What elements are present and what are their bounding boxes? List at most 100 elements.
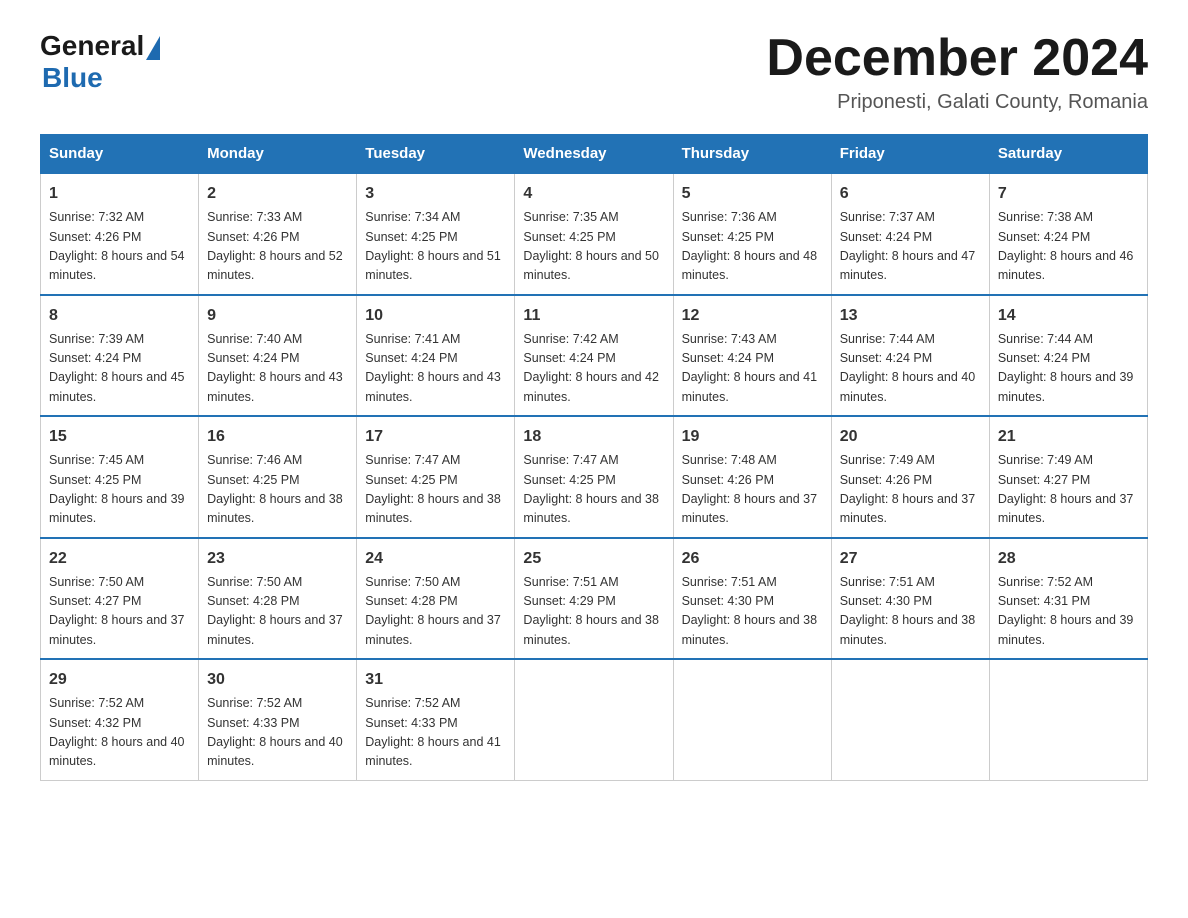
logo-triangle-icon [146,36,160,60]
title-block: December 2024 Priponesti, Galati County,… [766,30,1148,114]
calendar-day-cell: 13Sunrise: 7:44 AMSunset: 4:24 PMDayligh… [831,295,989,417]
day-info: Sunrise: 7:52 AMSunset: 4:32 PMDaylight:… [49,694,190,772]
day-number: 10 [365,304,506,328]
day-number: 17 [365,425,506,449]
day-info: Sunrise: 7:39 AMSunset: 4:24 PMDaylight:… [49,330,190,408]
calendar-day-cell [515,659,673,780]
col-monday: Monday [199,135,357,174]
day-info: Sunrise: 7:32 AMSunset: 4:26 PMDaylight:… [49,208,190,286]
calendar-day-cell: 28Sunrise: 7:52 AMSunset: 4:31 PMDayligh… [989,538,1147,660]
day-number: 6 [840,182,981,206]
calendar-day-cell: 8Sunrise: 7:39 AMSunset: 4:24 PMDaylight… [41,295,199,417]
calendar-day-cell: 29Sunrise: 7:52 AMSunset: 4:32 PMDayligh… [41,659,199,780]
day-number: 28 [998,547,1139,571]
logo: General Blue [40,30,162,94]
day-info: Sunrise: 7:51 AMSunset: 4:30 PMDaylight:… [682,573,823,651]
calendar-day-cell: 24Sunrise: 7:50 AMSunset: 4:28 PMDayligh… [357,538,515,660]
calendar-day-cell: 4Sunrise: 7:35 AMSunset: 4:25 PMDaylight… [515,173,673,295]
day-info: Sunrise: 7:52 AMSunset: 4:31 PMDaylight:… [998,573,1139,651]
col-wednesday: Wednesday [515,135,673,174]
calendar-day-cell: 12Sunrise: 7:43 AMSunset: 4:24 PMDayligh… [673,295,831,417]
calendar-day-cell: 2Sunrise: 7:33 AMSunset: 4:26 PMDaylight… [199,173,357,295]
page-header: General Blue December 2024 Priponesti, G… [40,30,1148,114]
col-sunday: Sunday [41,135,199,174]
day-info: Sunrise: 7:50 AMSunset: 4:27 PMDaylight:… [49,573,190,651]
day-number: 3 [365,182,506,206]
day-number: 15 [49,425,190,449]
calendar-day-cell: 6Sunrise: 7:37 AMSunset: 4:24 PMDaylight… [831,173,989,295]
day-info: Sunrise: 7:35 AMSunset: 4:25 PMDaylight:… [523,208,664,286]
col-thursday: Thursday [673,135,831,174]
day-number: 19 [682,425,823,449]
calendar-day-cell: 31Sunrise: 7:52 AMSunset: 4:33 PMDayligh… [357,659,515,780]
day-number: 23 [207,547,348,571]
day-number: 31 [365,668,506,692]
day-info: Sunrise: 7:45 AMSunset: 4:25 PMDaylight:… [49,451,190,529]
day-number: 9 [207,304,348,328]
day-number: 30 [207,668,348,692]
day-number: 1 [49,182,190,206]
calendar-day-cell: 17Sunrise: 7:47 AMSunset: 4:25 PMDayligh… [357,416,515,538]
col-saturday: Saturday [989,135,1147,174]
day-info: Sunrise: 7:40 AMSunset: 4:24 PMDaylight:… [207,330,348,408]
calendar-day-cell: 27Sunrise: 7:51 AMSunset: 4:30 PMDayligh… [831,538,989,660]
day-info: Sunrise: 7:52 AMSunset: 4:33 PMDaylight:… [365,694,506,772]
day-number: 12 [682,304,823,328]
calendar-day-cell: 9Sunrise: 7:40 AMSunset: 4:24 PMDaylight… [199,295,357,417]
day-info: Sunrise: 7:44 AMSunset: 4:24 PMDaylight:… [840,330,981,408]
calendar-day-cell: 10Sunrise: 7:41 AMSunset: 4:24 PMDayligh… [357,295,515,417]
calendar-week-row: 15Sunrise: 7:45 AMSunset: 4:25 PMDayligh… [41,416,1148,538]
day-number: 16 [207,425,348,449]
calendar-day-cell: 23Sunrise: 7:50 AMSunset: 4:28 PMDayligh… [199,538,357,660]
day-info: Sunrise: 7:52 AMSunset: 4:33 PMDaylight:… [207,694,348,772]
day-info: Sunrise: 7:50 AMSunset: 4:28 PMDaylight:… [365,573,506,651]
col-tuesday: Tuesday [357,135,515,174]
day-info: Sunrise: 7:48 AMSunset: 4:26 PMDaylight:… [682,451,823,529]
calendar-day-cell: 3Sunrise: 7:34 AMSunset: 4:25 PMDaylight… [357,173,515,295]
calendar-day-cell: 15Sunrise: 7:45 AMSunset: 4:25 PMDayligh… [41,416,199,538]
calendar-day-cell: 18Sunrise: 7:47 AMSunset: 4:25 PMDayligh… [515,416,673,538]
day-number: 13 [840,304,981,328]
day-info: Sunrise: 7:51 AMSunset: 4:29 PMDaylight:… [523,573,664,651]
day-number: 7 [998,182,1139,206]
calendar-day-cell: 26Sunrise: 7:51 AMSunset: 4:30 PMDayligh… [673,538,831,660]
day-number: 5 [682,182,823,206]
calendar-day-cell: 25Sunrise: 7:51 AMSunset: 4:29 PMDayligh… [515,538,673,660]
calendar-week-row: 29Sunrise: 7:52 AMSunset: 4:32 PMDayligh… [41,659,1148,780]
col-friday: Friday [831,135,989,174]
calendar-day-cell: 1Sunrise: 7:32 AMSunset: 4:26 PMDaylight… [41,173,199,295]
logo-blue-text: Blue [42,62,103,93]
day-number: 11 [523,304,664,328]
calendar-subtitle: Priponesti, Galati County, Romania [766,91,1148,114]
calendar-day-cell: 30Sunrise: 7:52 AMSunset: 4:33 PMDayligh… [199,659,357,780]
day-number: 27 [840,547,981,571]
day-number: 29 [49,668,190,692]
day-number: 8 [49,304,190,328]
calendar-day-cell: 20Sunrise: 7:49 AMSunset: 4:26 PMDayligh… [831,416,989,538]
day-info: Sunrise: 7:49 AMSunset: 4:26 PMDaylight:… [840,451,981,529]
day-info: Sunrise: 7:34 AMSunset: 4:25 PMDaylight:… [365,208,506,286]
calendar-day-cell: 21Sunrise: 7:49 AMSunset: 4:27 PMDayligh… [989,416,1147,538]
day-info: Sunrise: 7:41 AMSunset: 4:24 PMDaylight:… [365,330,506,408]
day-info: Sunrise: 7:47 AMSunset: 4:25 PMDaylight:… [523,451,664,529]
calendar-week-row: 8Sunrise: 7:39 AMSunset: 4:24 PMDaylight… [41,295,1148,417]
day-number: 25 [523,547,664,571]
day-number: 2 [207,182,348,206]
day-info: Sunrise: 7:42 AMSunset: 4:24 PMDaylight:… [523,330,664,408]
day-number: 20 [840,425,981,449]
calendar-day-cell: 22Sunrise: 7:50 AMSunset: 4:27 PMDayligh… [41,538,199,660]
day-info: Sunrise: 7:44 AMSunset: 4:24 PMDaylight:… [998,330,1139,408]
day-info: Sunrise: 7:49 AMSunset: 4:27 PMDaylight:… [998,451,1139,529]
calendar-day-cell: 11Sunrise: 7:42 AMSunset: 4:24 PMDayligh… [515,295,673,417]
calendar-header-row: Sunday Monday Tuesday Wednesday Thursday… [41,135,1148,174]
day-info: Sunrise: 7:38 AMSunset: 4:24 PMDaylight:… [998,208,1139,286]
day-info: Sunrise: 7:43 AMSunset: 4:24 PMDaylight:… [682,330,823,408]
calendar-day-cell [831,659,989,780]
calendar-table: Sunday Monday Tuesday Wednesday Thursday… [40,134,1148,781]
day-number: 26 [682,547,823,571]
calendar-week-row: 22Sunrise: 7:50 AMSunset: 4:27 PMDayligh… [41,538,1148,660]
calendar-day-cell [989,659,1147,780]
calendar-day-cell: 5Sunrise: 7:36 AMSunset: 4:25 PMDaylight… [673,173,831,295]
day-info: Sunrise: 7:50 AMSunset: 4:28 PMDaylight:… [207,573,348,651]
day-number: 22 [49,547,190,571]
